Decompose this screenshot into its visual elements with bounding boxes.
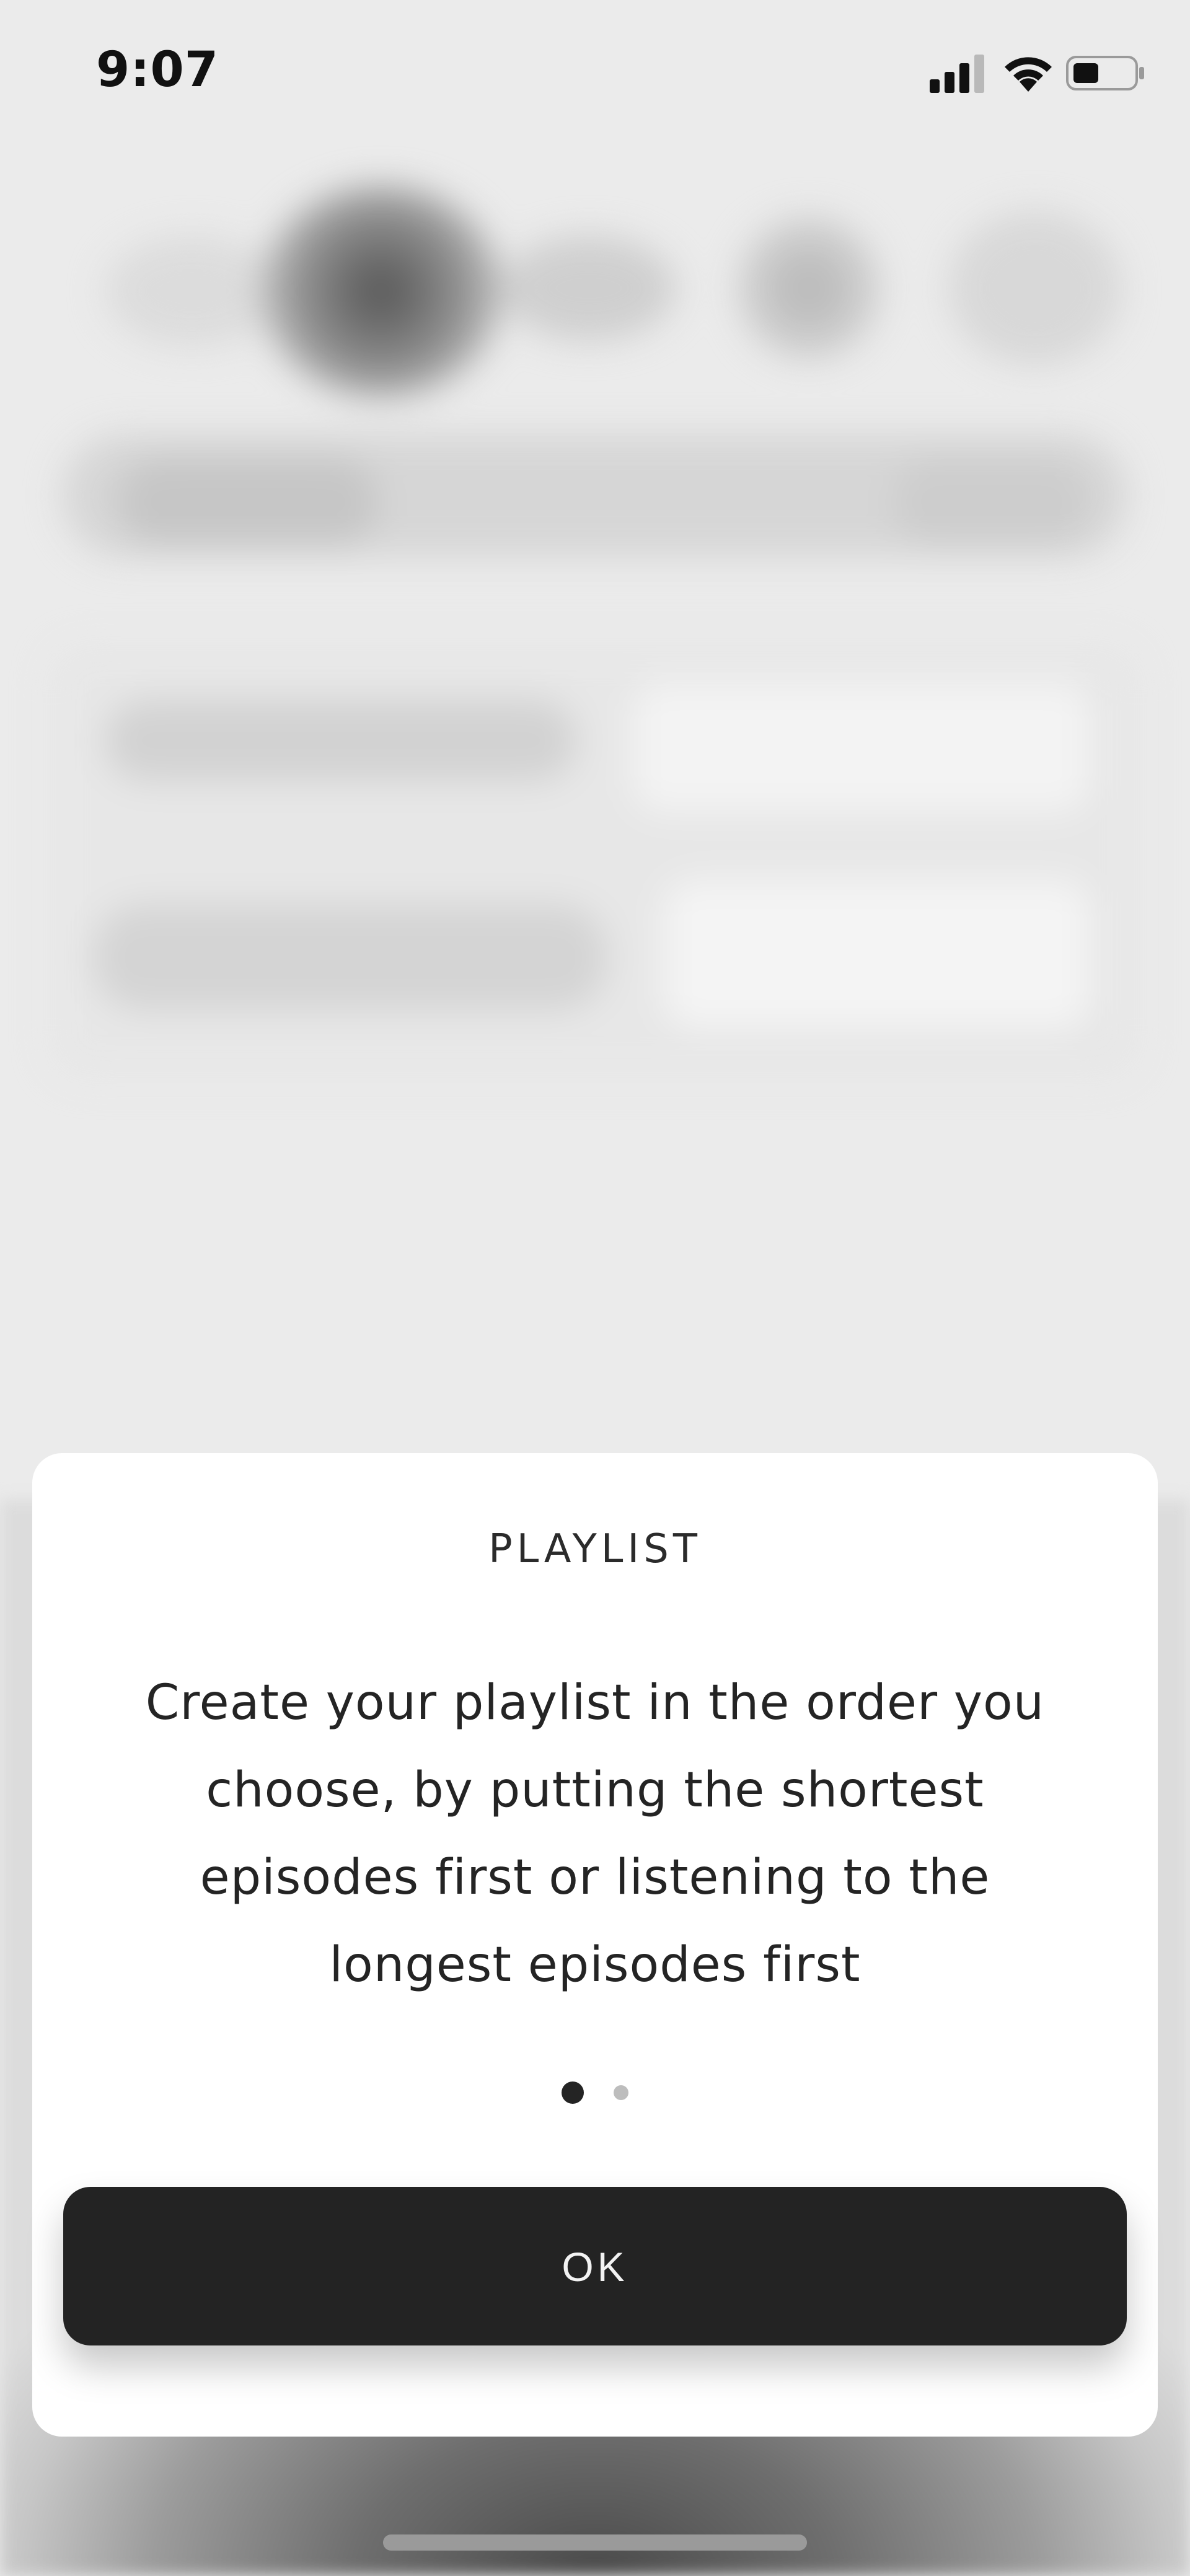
blurred-background (0, 0, 1190, 1487)
ok-button[interactable]: OK (63, 2187, 1127, 2345)
status-time: 9:07 (96, 42, 219, 98)
background-shape (632, 682, 1091, 812)
background-shape (105, 235, 279, 347)
sheet-description: Create your playlist in the order you ch… (145, 1675, 1045, 1993)
sheet-title: PLAYLIST (488, 1526, 702, 1572)
background-shape (118, 459, 378, 545)
background-shape (502, 235, 676, 341)
playlist-info-sheet: PLAYLIST Create your playlist in the ord… (32, 1453, 1158, 2437)
page-dot-active[interactable] (562, 2081, 584, 2104)
battery-icon (1066, 56, 1144, 90)
background-shape (892, 459, 1091, 545)
background-shape (105, 700, 576, 781)
background-shape (663, 880, 1091, 1029)
background-shape (62, 434, 1128, 558)
cellular-signal-icon (930, 55, 984, 93)
background-shape (260, 186, 502, 397)
background-shape (93, 905, 607, 1010)
status-bar: 9:07 (0, 0, 1190, 149)
home-indicator[interactable] (383, 2534, 807, 2551)
page-dot[interactable] (613, 2085, 628, 2100)
page-indicator (32, 2081, 1158, 2106)
background-shape (948, 211, 1122, 366)
background-shape (738, 217, 880, 359)
wifi-icon (1005, 57, 1052, 92)
